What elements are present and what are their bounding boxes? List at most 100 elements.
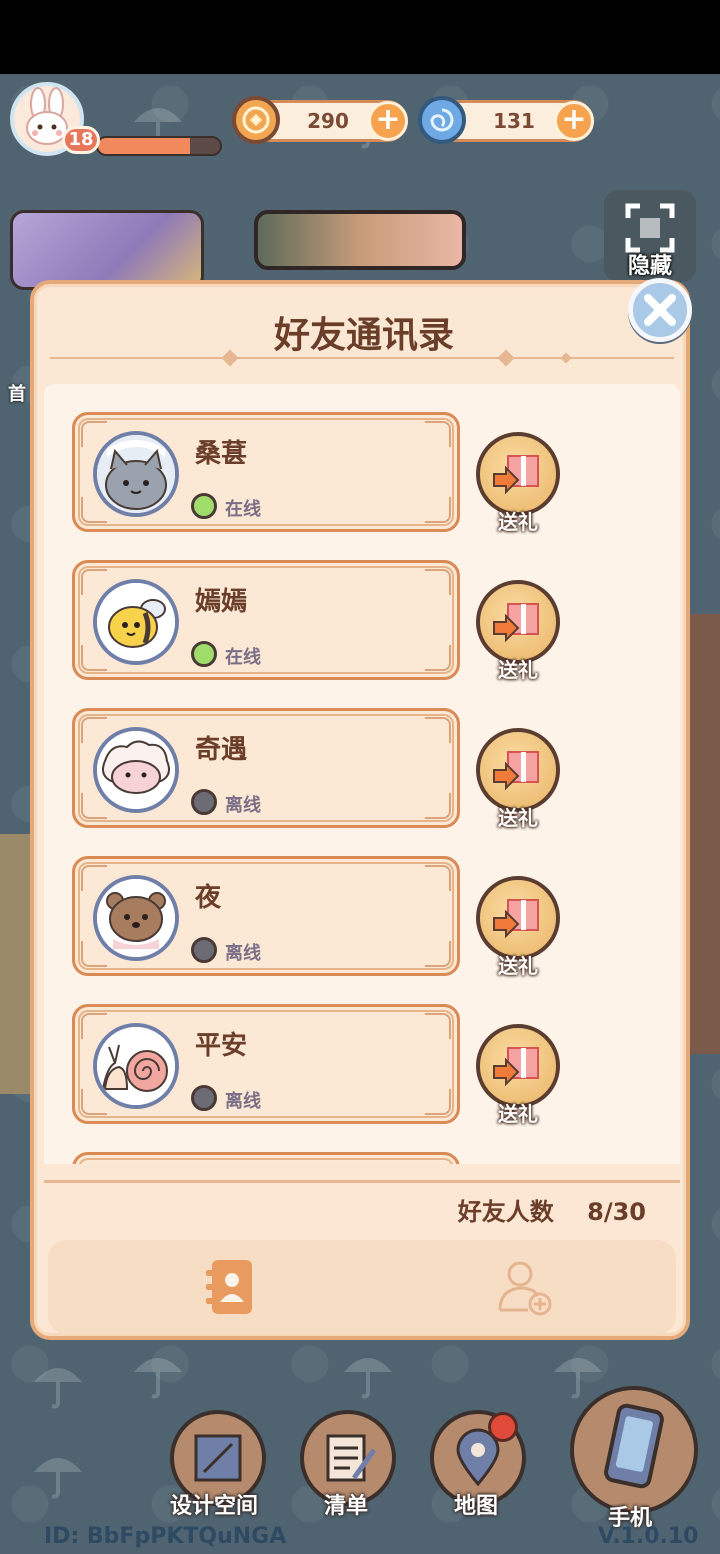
umbrella-pattern-icon <box>344 1358 392 1399</box>
cat-avatar-icon <box>97 435 175 513</box>
status-online-indicator <box>191 641 217 667</box>
modal-title: 好友通讯录 <box>273 315 454 356</box>
friend-name: 桑葚 <box>195 439 248 469</box>
close-button[interactable] <box>628 278 692 342</box>
player-id: ID: BbFpPKTQuNGA <box>44 1524 287 1549</box>
status-online-indicator <box>191 493 217 519</box>
add-gold-button[interactable]: + <box>368 101 408 141</box>
card-corner-ornament <box>425 497 451 523</box>
card-corner-ornament <box>81 1089 107 1115</box>
level-badge: 18 <box>62 126 100 154</box>
modal-tab-bar <box>48 1240 676 1334</box>
card-corner-ornament <box>81 941 107 967</box>
send-gift-button[interactable] <box>476 580 560 664</box>
swirl-gem-icon <box>418 96 466 144</box>
friend-name: 夜 <box>195 883 222 913</box>
tab-add-friend[interactable] <box>488 1252 558 1322</box>
gold-coin-icon <box>232 96 280 144</box>
card-corner-ornament <box>81 793 107 819</box>
friend-status: 在线 <box>225 647 261 668</box>
card-corner-ornament <box>425 421 451 447</box>
send-gift-button[interactable] <box>476 432 560 516</box>
status-offline-indicator <box>191 789 217 815</box>
friend-card-1[interactable]: 桑葚 在线 <box>72 412 460 532</box>
friend-count-value: 8/30 <box>587 1198 646 1226</box>
status-offline-indicator <box>191 937 217 963</box>
friend-card-3[interactable]: 奇遇 离线 <box>72 708 460 828</box>
send-gift-button[interactable] <box>476 876 560 960</box>
friend-count: 好友人数 8/30 <box>34 1192 646 1227</box>
gem-amount: 131 <box>493 109 535 133</box>
send-gift-label: 送礼 <box>498 1102 538 1126</box>
bee-avatar-icon <box>97 583 175 661</box>
friends-modal: 好友通讯录 桑葚 在线 送礼 嫣嫣 在线 送礼 奇遇 离线 送礼 夜 离线 送礼… <box>30 280 690 1340</box>
gift-icon <box>493 455 539 495</box>
card-corner-ornament <box>81 1013 107 1039</box>
gift-icon <box>493 751 539 791</box>
card-corner-ornament <box>425 645 451 671</box>
event-card[interactable] <box>10 210 204 290</box>
tab-contacts[interactable] <box>194 1252 264 1322</box>
friend-status: 离线 <box>225 795 261 816</box>
card-corner-ornament <box>425 569 451 595</box>
notification-badge <box>488 1412 518 1442</box>
card-corner-ornament <box>81 645 107 671</box>
card-corner-ornament <box>81 421 107 447</box>
friend-card-4[interactable]: 夜 离线 <box>72 856 460 976</box>
card-corner-ornament <box>425 1013 451 1039</box>
design-space-label: 设计空间 <box>170 1494 259 1519</box>
friend-card-6[interactable] <box>72 1152 460 1164</box>
footer-divider <box>44 1180 680 1183</box>
send-gift-button[interactable] <box>476 1024 560 1108</box>
version-label: V.1.0.10 <box>598 1524 699 1549</box>
card-corner-ornament <box>425 865 451 891</box>
gift-icon <box>493 1047 539 1087</box>
send-gift-label: 送礼 <box>498 510 538 534</box>
umbrella-pattern-icon <box>134 1358 182 1399</box>
close-icon <box>644 294 676 326</box>
card-corner-ornament <box>425 1089 451 1115</box>
bear-avatar-icon <box>97 879 175 957</box>
send-gift-label: 送礼 <box>498 658 538 682</box>
phone-button[interactable] <box>570 1386 698 1514</box>
card-corner-ornament <box>81 569 107 595</box>
send-gift-button[interactable] <box>476 728 560 812</box>
friend-list[interactable]: 桑葚 在线 送礼 嫣嫣 在线 送礼 奇遇 离线 送礼 夜 离线 送礼 平安 离线… <box>44 384 680 1164</box>
friend-name: 嫣嫣 <box>195 587 248 617</box>
card-corner-ornament <box>425 717 451 743</box>
send-gift-label: 送礼 <box>498 806 538 830</box>
scene-banner[interactable] <box>254 210 466 270</box>
title-divider <box>50 357 674 359</box>
umbrella-pattern-icon <box>34 1458 82 1499</box>
building-background <box>0 834 32 1094</box>
address-book-icon <box>206 1260 252 1314</box>
snail-avatar-icon <box>97 1027 175 1105</box>
gift-icon <box>493 603 539 643</box>
card-corner-ornament <box>81 497 107 523</box>
phone-icon <box>604 1403 664 1489</box>
friend-name: 平安 <box>195 1031 248 1061</box>
card-corner-ornament <box>81 717 107 743</box>
friend-status: 在线 <box>225 499 261 520</box>
friend-name: 奇遇 <box>195 735 248 765</box>
xp-bar <box>96 136 222 156</box>
friend-count-label: 好友人数 <box>457 1198 554 1226</box>
card-corner-ornament <box>81 865 107 891</box>
map-label: 地图 <box>454 1494 499 1519</box>
card-corner-ornament <box>425 793 451 819</box>
status-offline-indicator <box>191 1085 217 1111</box>
friend-status: 离线 <box>225 1091 261 1112</box>
friend-card-2[interactable]: 嫣嫣 在线 <box>72 560 460 680</box>
list-label: 清单 <box>324 1494 369 1519</box>
umbrella-pattern-icon <box>34 1368 82 1409</box>
friend-card-5[interactable]: 平安 离线 <box>72 1004 460 1124</box>
add-gem-button[interactable]: + <box>554 101 594 141</box>
add-friend-icon <box>498 1261 552 1316</box>
hide-ui-label: 隐藏 <box>627 254 672 279</box>
friend-status: 离线 <box>225 943 261 964</box>
xp-fill <box>98 138 190 154</box>
side-menu-label[interactable]: 首 <box>8 380 26 406</box>
sheep-avatar-icon <box>97 731 175 809</box>
send-gift-label: 送礼 <box>498 954 538 978</box>
hide-ui-button[interactable]: 隐藏 <box>604 190 696 282</box>
